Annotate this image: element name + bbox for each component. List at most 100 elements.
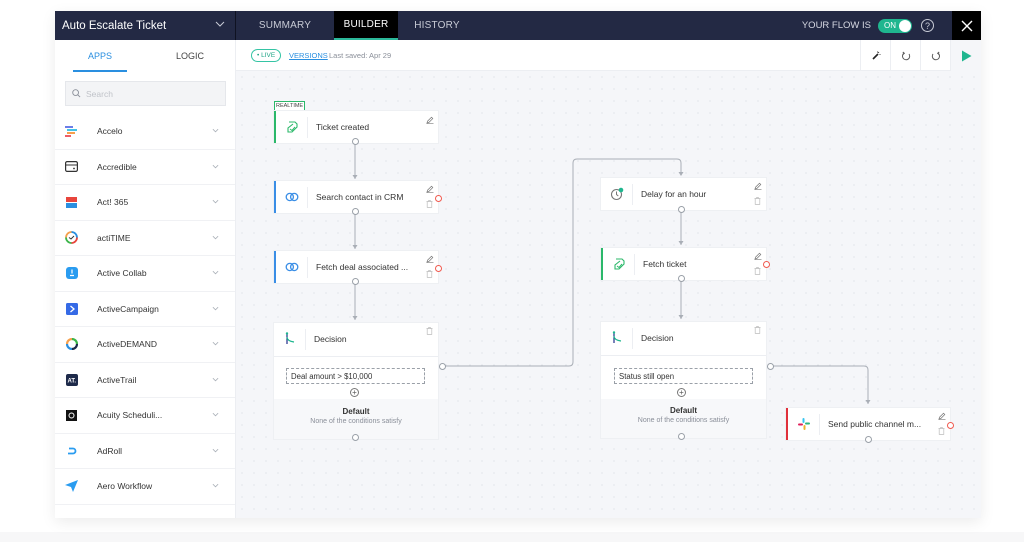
magic-wand-button[interactable]	[860, 40, 890, 71]
toggle-knob	[899, 19, 911, 32]
help-icon[interactable]: ?	[921, 19, 934, 32]
close-button[interactable]	[952, 11, 981, 40]
versions-link[interactable]: VERSIONS	[289, 51, 328, 60]
default-port[interactable]	[677, 433, 685, 440]
node-separator	[632, 184, 633, 205]
edge-decision2-to-slack	[771, 365, 869, 404]
app-item-activecollab[interactable]: Active Collab	[55, 256, 235, 292]
edit-icon[interactable]	[425, 115, 434, 124]
app-item-adroll[interactable]: AdRoll	[55, 434, 235, 469]
delete-icon[interactable]	[753, 325, 762, 334]
realtime-badge: REALTIME	[274, 101, 306, 111]
edit-icon[interactable]	[753, 251, 762, 260]
app-item-activetrail[interactable]: AT. ActiveTrail	[55, 363, 235, 398]
tab-history[interactable]: HISTORY	[398, 11, 476, 40]
sidebar: APPS LOGIC Accelo Accredible Act! 365	[55, 40, 236, 518]
undo-button[interactable]	[890, 40, 920, 71]
chevron-down-icon	[212, 377, 219, 381]
chevron-down-icon	[212, 483, 219, 488]
chevron-down-icon	[212, 270, 219, 275]
flow-selector[interactable]: Auto Escalate Ticket	[55, 11, 236, 40]
output-port[interactable]	[864, 436, 872, 443]
node-separator	[632, 328, 633, 349]
decision-icon	[282, 331, 298, 347]
app-item-activecampaign[interactable]: ActiveCampaign	[55, 292, 235, 327]
error-indicator[interactable]	[435, 195, 442, 202]
edit-icon[interactable]	[425, 254, 434, 263]
arrow-head	[678, 241, 684, 245]
tab-builder[interactable]: BUILDER	[334, 11, 398, 40]
redo-button[interactable]	[920, 40, 950, 71]
default-branch-text: Default None of the conditions satisfy	[274, 407, 438, 425]
app-item-accelo[interactable]: Accelo	[55, 114, 235, 150]
add-condition-icon[interactable]: +	[677, 388, 686, 397]
output-port[interactable]	[677, 206, 685, 213]
node-decision-1[interactable]: Decision Deal amount > $10,000 + Default…	[274, 323, 438, 439]
redo-icon	[931, 51, 940, 60]
run-test-button[interactable]	[950, 40, 981, 71]
node-separator	[307, 117, 308, 138]
decision-condition[interactable]: Status still open	[614, 368, 753, 384]
node-separator	[305, 329, 306, 350]
delete-icon[interactable]	[425, 326, 434, 335]
node-title: Search contact in CRM	[316, 192, 404, 202]
app-item-actitime[interactable]: actiTIME	[55, 221, 235, 256]
activetrail-icon: AT.	[65, 373, 78, 386]
sidebar-tabs: APPS LOGIC	[55, 40, 235, 72]
live-badge[interactable]: • LIVE	[251, 49, 282, 62]
node-decision-2[interactable]: Decision Status still open + Default Non…	[601, 322, 766, 438]
sidebar-tab-apps[interactable]: APPS	[55, 40, 145, 72]
search-input[interactable]	[86, 88, 216, 99]
output-port[interactable]	[351, 138, 359, 145]
main-tabs: SUMMARY BUILDER HISTORY	[236, 11, 476, 40]
branch-port[interactable]	[767, 362, 774, 370]
node-delay[interactable]: Delay for an hour	[601, 178, 766, 210]
default-branch-text: Default None of the conditions satisfy	[601, 406, 766, 424]
arrow-head	[678, 172, 684, 176]
edit-icon[interactable]	[937, 411, 946, 420]
app-item-activedemand[interactable]: ActiveDEMAND	[55, 327, 235, 363]
error-indicator[interactable]	[435, 265, 442, 272]
delete-icon[interactable]	[753, 266, 762, 275]
app-item-act365[interactable]: Act! 365	[55, 185, 235, 221]
app-item-accredible[interactable]: Accredible	[55, 150, 235, 185]
node-separator	[307, 187, 308, 208]
edit-icon[interactable]	[425, 184, 434, 193]
app-name: ActiveCampaign	[97, 303, 159, 314]
chevron-down-icon	[212, 412, 219, 417]
error-indicator[interactable]	[947, 422, 954, 429]
divider	[274, 356, 438, 357]
delete-icon[interactable]	[753, 196, 762, 205]
app-item-aeroworkflow[interactable]: Aero Workflow	[55, 469, 235, 505]
branch-port[interactable]	[439, 362, 446, 370]
flow-on-toggle[interactable]: ON	[878, 18, 912, 33]
tab-summary[interactable]: SUMMARY	[236, 11, 334, 40]
delete-icon[interactable]	[425, 269, 434, 278]
accredible-icon	[65, 160, 78, 173]
error-indicator[interactable]	[763, 261, 770, 268]
app-item-acuity[interactable]: Acuity Scheduli...	[55, 398, 235, 434]
accelo-icon	[65, 125, 78, 138]
add-condition-icon[interactable]: +	[350, 388, 359, 397]
default-port[interactable]	[351, 434, 359, 441]
undo-icon	[901, 51, 910, 60]
output-port[interactable]	[677, 275, 685, 282]
divider	[601, 355, 766, 356]
flow-builder-window: Auto Escalate Ticket SUMMARY BUILDER HIS…	[55, 11, 981, 518]
chevron-down-icon	[212, 448, 219, 452]
flow-canvas[interactable]: REALTIME Ticket created Search contact i…	[236, 71, 981, 518]
chevron-down-icon	[212, 199, 219, 204]
sidebar-tab-logic[interactable]: LOGIC	[145, 40, 235, 72]
activedemand-icon	[65, 338, 78, 351]
edit-icon[interactable]	[753, 181, 762, 190]
slack-icon	[796, 416, 812, 432]
builder-toolbar: • LIVE VERSIONS Last saved: Apr 29	[236, 40, 981, 71]
svg-text:AT.: AT.	[67, 378, 76, 384]
output-port[interactable]	[351, 208, 359, 215]
output-port[interactable]	[351, 278, 359, 285]
delete-icon[interactable]	[425, 199, 434, 208]
delete-icon[interactable]	[937, 426, 946, 435]
node-title: Fetch deal associated ...	[316, 262, 409, 272]
app-name: Active Collab	[97, 268, 147, 279]
decision-condition[interactable]: Deal amount > $10,000	[286, 368, 425, 384]
